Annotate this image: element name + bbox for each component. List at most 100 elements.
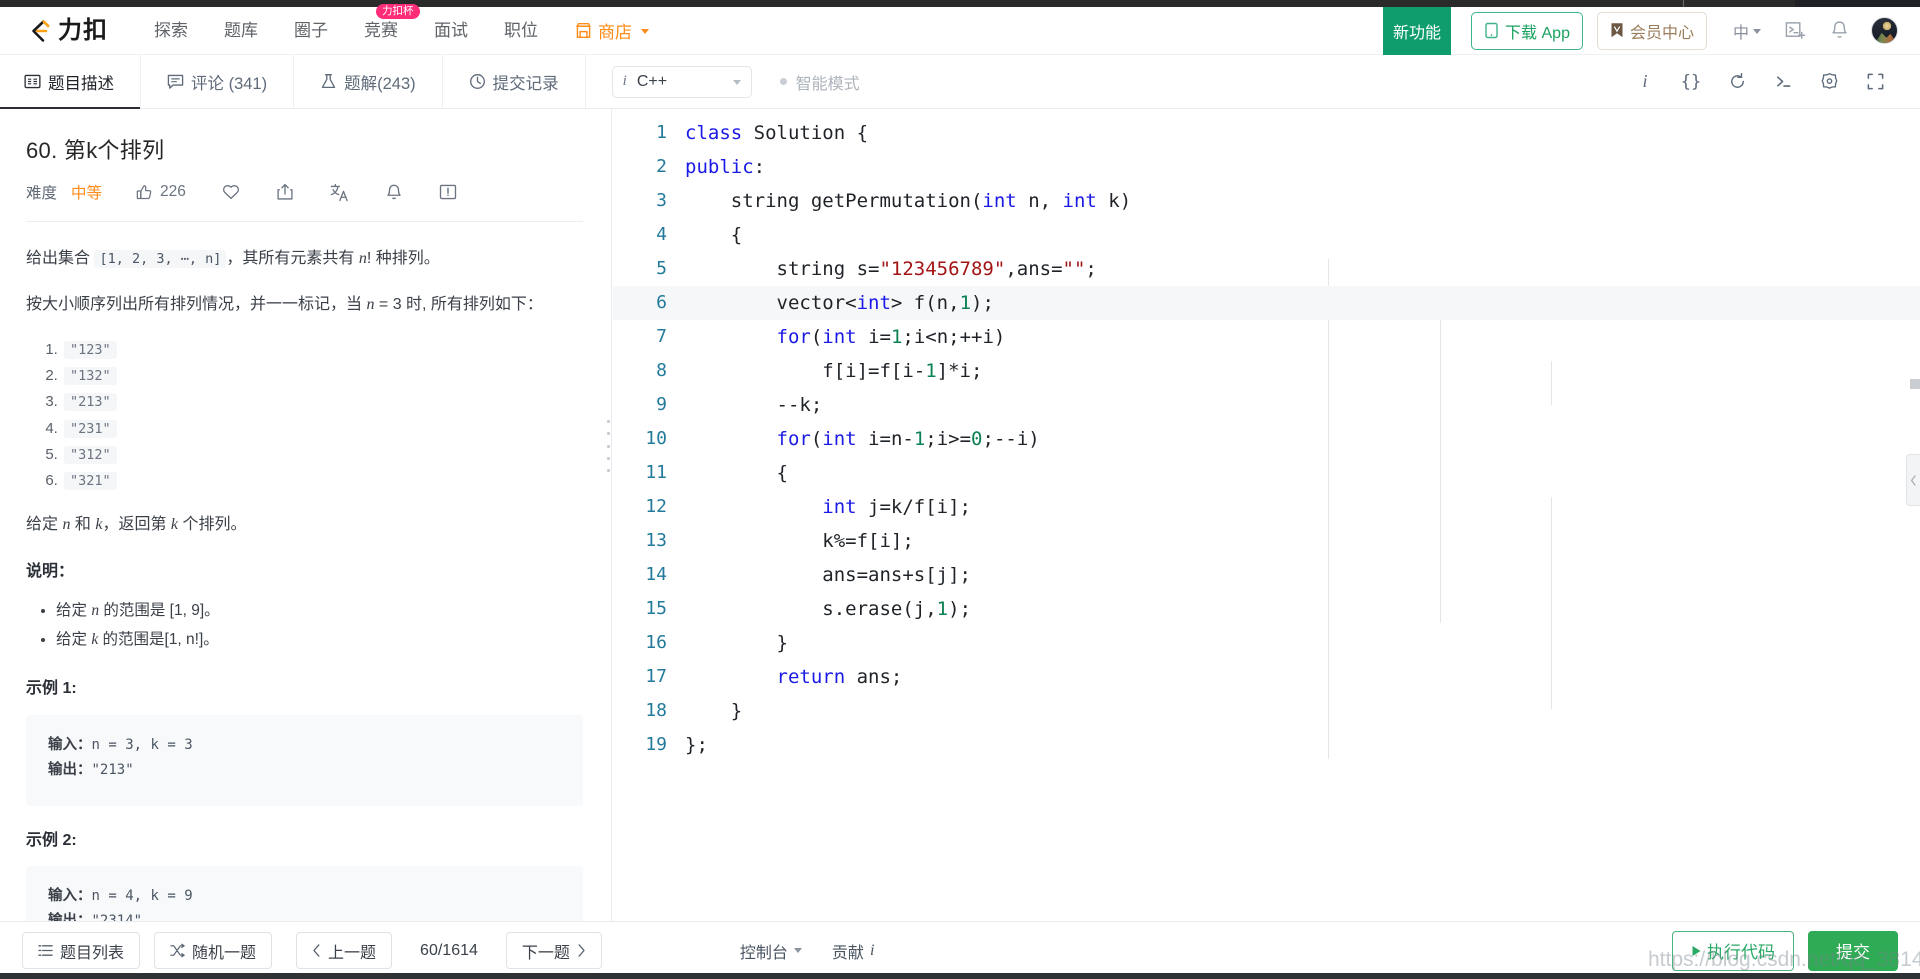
new-feature-ribbon[interactable]: 新功能 [1383, 6, 1452, 65]
code-line[interactable]: 10 for(int i=n-1;i>=0;--i) [613, 422, 1920, 456]
navbar-right: 新功能 下载 App 会员中心 中 [1383, 6, 1920, 65]
language-switcher[interactable]: 中 [1733, 19, 1761, 43]
editor-side-panel-toggle[interactable] [1906, 454, 1920, 506]
code-text: s.erase(j,1); [685, 598, 972, 620]
avatar[interactable] [1871, 17, 1898, 44]
run-code-button[interactable]: 执行代码 [1672, 930, 1794, 971]
code-line[interactable]: 18 } [613, 694, 1920, 728]
chevron-left-icon [312, 944, 321, 957]
permutation-value: "312" [64, 445, 117, 464]
code-line[interactable]: 3 string getPermutation(int n, int k) [613, 184, 1920, 218]
problem-list-button[interactable]: 题目列表 [22, 932, 141, 969]
code-line[interactable]: 16 } [613, 626, 1920, 660]
bottom-toolbar: 题目列表 随机一题 上一题 60/1614 下一题 控制台 贡献 i 执行代码 … [0, 921, 1920, 979]
nav-jobs[interactable]: 职位 [486, 7, 556, 55]
next-problem-button[interactable]: 下一题 [505, 932, 602, 969]
code-text: { [685, 462, 788, 484]
code-line[interactable]: 15 s.erase(j,1); [613, 592, 1920, 626]
code-line[interactable]: 7 for(int i=1;i<n;++i) [613, 320, 1920, 354]
code-text: for(int i=n-1;i>=0;--i) [776, 428, 1040, 450]
settings-icon[interactable] [1806, 55, 1852, 109]
like-button[interactable]: 226 [136, 183, 186, 201]
code-editor[interactable]: 1 class Solution {2 public: 3 string getPer… [613, 109, 1920, 921]
tab-comments[interactable]: 评论 (341) [141, 55, 295, 108]
report-icon[interactable] [439, 183, 457, 201]
input-label: 输入： [48, 736, 92, 753]
code-line[interactable]: 4 { [613, 218, 1920, 252]
bell-icon[interactable] [1830, 20, 1849, 41]
problem-description: 给出集合 [1, 2, 3, ⋯, n] ，其所有元素共有 n! 种排列。 按大小… [26, 222, 583, 921]
code-text: } [685, 632, 788, 654]
reset-icon[interactable] [1714, 55, 1760, 109]
nav-interview[interactable]: 面试 [416, 7, 486, 55]
fullscreen-icon[interactable] [1852, 55, 1898, 109]
code-line[interactable]: 9 --k; [613, 388, 1920, 422]
console-icon[interactable] [1760, 55, 1806, 109]
code-line[interactable]: 17 return ans; [613, 660, 1920, 694]
code-line[interactable]: 13 k%=f[i]; [613, 524, 1920, 558]
line-number: 12 [645, 496, 667, 517]
code-text: }; [685, 734, 708, 756]
nav-problems[interactable]: 题库 [206, 7, 276, 55]
download-app-button[interactable]: 下载 App [1471, 11, 1583, 50]
tab-submissions[interactable]: 提交记录 [443, 55, 586, 108]
language-select[interactable]: i C++ [611, 65, 752, 98]
list-item: "321" [62, 468, 583, 494]
description-paragraph-2: 按大小顺序列出所有排列情况，并一一标记，当 n = 3 时, 所有排列如下： [26, 290, 583, 320]
editor-scrollbar-thumb[interactable] [1910, 379, 1920, 389]
note-var: n [91, 602, 100, 620]
code-line[interactable]: 12 int j=k/f[i]; [613, 490, 1920, 524]
code-lines-container[interactable]: 1 class Solution {2 public: 3 string getPer… [613, 109, 1920, 921]
code-line[interactable]: 1 class Solution { [613, 116, 1920, 150]
chevron-down-icon [732, 80, 741, 85]
brand-logo-group[interactable]: 力扣 [24, 16, 108, 46]
terminal-add-icon[interactable] [1785, 20, 1806, 41]
bell-icon[interactable] [385, 183, 403, 202]
smart-mode-toggle[interactable]: 智能模式 [779, 55, 860, 108]
example-2-box: 输入：n = 4, k = 9 输出："2314" [26, 865, 583, 921]
leetcode-problem-page: 力扣 探索 题库 圈子 竞赛 力扣杯 面试 职位 商店 新功能 下载 App 会… [0, 0, 1920, 979]
line-number: 14 [645, 564, 667, 585]
share-icon[interactable] [276, 183, 294, 201]
panel-splitter-handle[interactable] [603, 420, 613, 472]
nav-circle[interactable]: 圈子 [276, 7, 346, 55]
code-line[interactable]: 2 public: [613, 150, 1920, 184]
nav-store[interactable]: 商店 [556, 18, 667, 43]
contribute-button[interactable]: 贡献 i [832, 939, 874, 963]
code-line[interactable]: 14 ans=ans+s[j]; [613, 558, 1920, 592]
code-line[interactable]: 11 { [613, 456, 1920, 490]
run-code-label: 执行代码 [1707, 943, 1775, 962]
submit-button[interactable]: 提交 [1808, 930, 1898, 971]
list-icon [38, 943, 53, 958]
comment-icon [167, 73, 184, 90]
random-problem-button[interactable]: 随机一题 [154, 932, 273, 969]
p2-b: = 3 时, 所有排列如下： [374, 296, 543, 314]
p1-pre: 给出集合 [26, 250, 95, 267]
favorite-icon[interactable] [222, 183, 240, 201]
clock-icon [469, 73, 486, 90]
tab-description[interactable]: 题目描述 [0, 55, 141, 109]
nav-explore[interactable]: 探索 [136, 7, 206, 55]
nav-contest[interactable]: 竞赛 力扣杯 [346, 3, 420, 55]
secondary-tabbar: 题目描述 评论 (341) 题解(243) 提交记录 i C++ 智能模式 i … [0, 55, 1920, 109]
code-line[interactable]: 5 string s="123456789",ans=""; [613, 252, 1920, 286]
code-text: vector<int> f(n,1); [685, 292, 994, 314]
code-text: string getPermutation(int n, int k) [685, 190, 1132, 212]
translate-icon[interactable] [330, 183, 349, 202]
info-icon[interactable]: i [1622, 55, 1668, 109]
difficulty-label: 难度 [26, 185, 58, 202]
tab-solutions[interactable]: 题解(243) [294, 55, 443, 108]
code-line[interactable]: 8 f[i]=f[i-1]*i; [613, 354, 1920, 388]
format-braces-icon[interactable]: {} [1668, 55, 1714, 109]
vip-center-button[interactable]: 会员中心 [1596, 11, 1707, 50]
list-item: "213" [62, 389, 583, 415]
problem-list-label: 题目列表 [60, 944, 125, 962]
prev-problem-button[interactable]: 上一题 [296, 932, 393, 969]
example-1-output-line: 输出："213" [48, 758, 561, 783]
code-line[interactable]: 6 vector<int> f(n,1); [613, 286, 1920, 320]
tab-comments-label: 评论 (341) [191, 74, 268, 93]
line-number: 7 [656, 326, 667, 347]
code-text: --k; [685, 394, 823, 416]
code-line[interactable]: 19}; [613, 728, 1920, 762]
console-toggle[interactable]: 控制台 [740, 939, 802, 963]
